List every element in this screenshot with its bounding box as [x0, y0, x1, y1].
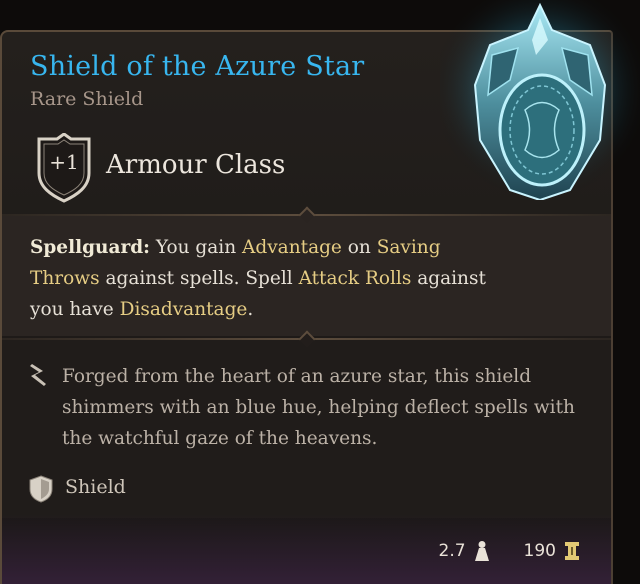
weight-value: 2.7	[438, 541, 466, 561]
passive-title: Spellguard:	[30, 237, 151, 258]
gold-value: 190	[523, 541, 556, 561]
gold-icon	[565, 542, 579, 560]
armour-class-label: Armour Class	[106, 150, 286, 180]
lore-text: Forged from the heart of an azure star, …	[62, 366, 575, 449]
item-rarity: Rare Shield	[30, 88, 144, 110]
passive-text-2: on	[341, 237, 377, 258]
passive-text-1: You gain	[150, 237, 243, 258]
quill-icon	[30, 364, 46, 386]
keyword-disadvantage[interactable]: Disadvantage	[120, 299, 248, 320]
armour-class-badge: +1	[33, 132, 95, 203]
shield-type-icon	[29, 475, 53, 503]
item-type-label: Shield	[65, 476, 126, 498]
passive-text-3: against spells. Spell	[99, 268, 299, 289]
keyword-attack-rolls[interactable]: Attack Rolls	[299, 268, 412, 289]
passive-description: Spellguard: You gain Advantage on Saving…	[30, 232, 500, 325]
keyword-advantage[interactable]: Advantage	[242, 237, 342, 258]
armour-class-value: +1	[49, 150, 79, 174]
shield-art-icon	[440, 0, 640, 200]
passive-text-5: .	[247, 299, 254, 320]
weight-icon	[474, 541, 489, 561]
divider-top	[2, 206, 611, 224]
item-stats: 2.7 190	[439, 538, 581, 564]
item-name: Shield of the Azure Star	[30, 51, 365, 82]
divider-bottom	[2, 330, 611, 348]
